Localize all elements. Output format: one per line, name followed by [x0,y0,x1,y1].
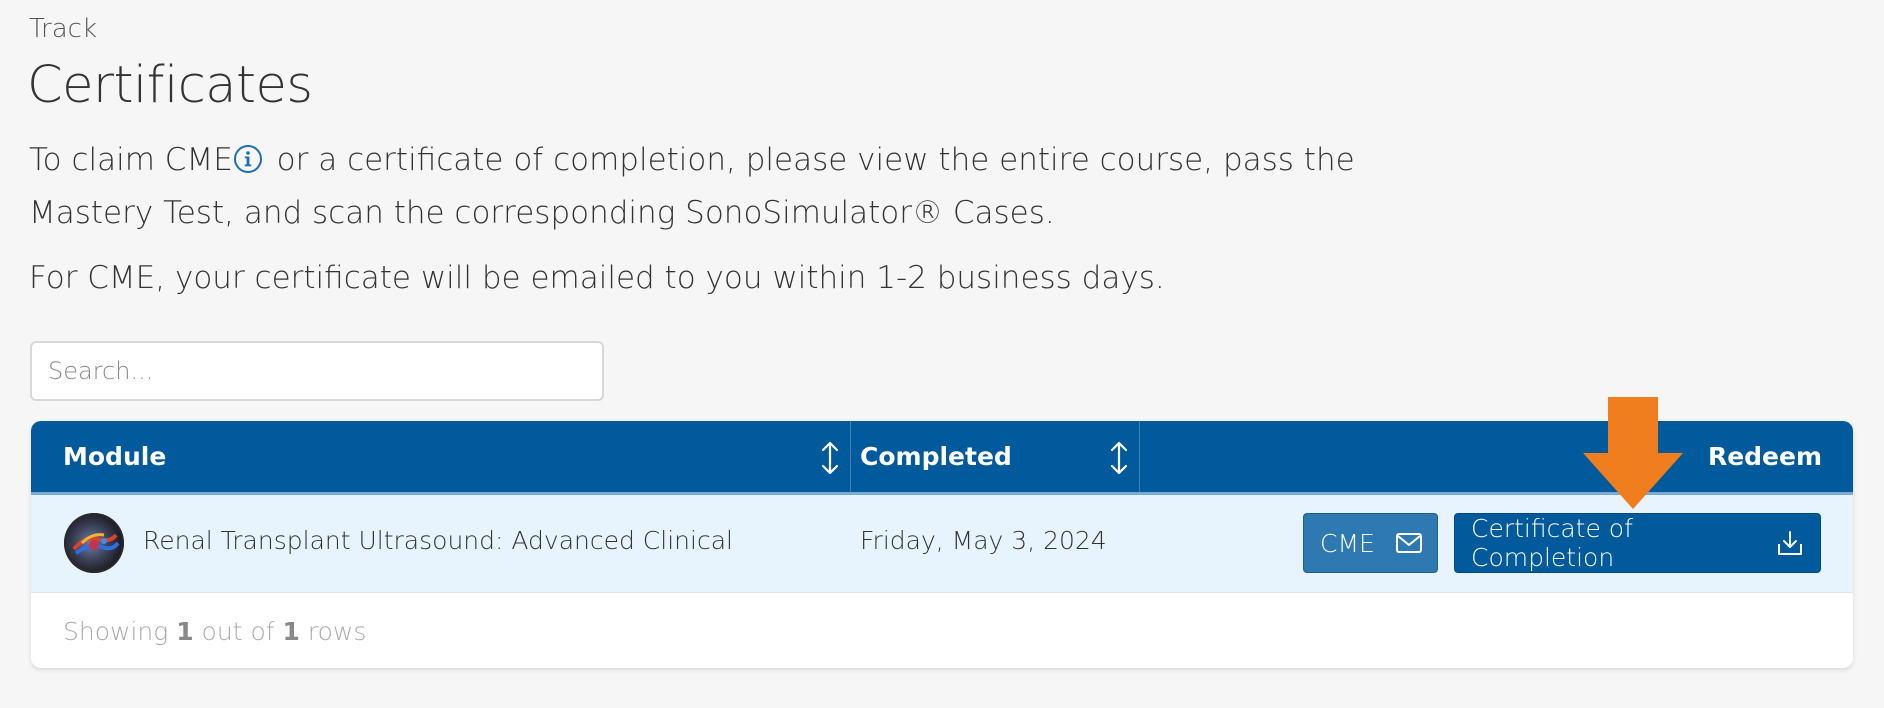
certificate-of-completion-button[interactable]: Certificate of Completion [1454,513,1821,573]
column-header-redeem: Redeem [1140,421,1853,492]
cme-email-note: For CME, your certificate will be emaile… [29,260,1165,296]
certificates-table: Module Completed Redeem Renal Transplant… [31,421,1853,668]
footer-prefix: Showing [63,617,177,646]
footer-shown-count: 1 [176,617,194,646]
table-row: Renal Transplant Ultrasound: Advanced Cl… [31,495,1853,593]
module-thumbnail [64,513,124,573]
footer-middle: out of [193,617,283,646]
footer-suffix: rows [299,617,367,646]
download-icon [1778,531,1802,555]
search-input[interactable] [30,341,604,401]
footer-total-count: 1 [282,617,300,646]
column-header-module[interactable]: Module [31,421,851,492]
sort-icon[interactable] [820,441,840,475]
page: Track Certificates To claim CME or a cer… [0,0,1884,708]
intro-text: To claim CME or a certificate of complet… [29,134,1374,240]
envelope-icon [1395,533,1422,553]
completed-date: Friday, May 3, 2024 [860,526,1107,555]
column-header-completed[interactable]: Completed [851,421,1140,492]
column-header-completed-label: Completed [860,442,1012,471]
table-footer-count: Showing 1 out of 1 rows [63,617,366,646]
table-header: Module Completed Redeem [31,421,1853,495]
breadcrumb[interactable]: Track [29,14,97,44]
sort-icon[interactable] [1109,441,1129,475]
down-arrow-icon [1583,397,1683,509]
certificate-button-label: Certificate of Completion [1471,514,1633,572]
intro-text-before: To claim CME [29,142,233,178]
module-name[interactable]: Renal Transplant Ultrasound: Advanced Cl… [143,526,733,555]
column-header-module-label: Module [63,442,167,471]
page-title: Certificates [27,56,313,115]
info-icon[interactable] [233,138,263,173]
cme-button[interactable]: CME [1303,513,1438,573]
cme-button-label: CME [1320,528,1375,558]
column-header-redeem-label: Redeem [1707,442,1822,471]
